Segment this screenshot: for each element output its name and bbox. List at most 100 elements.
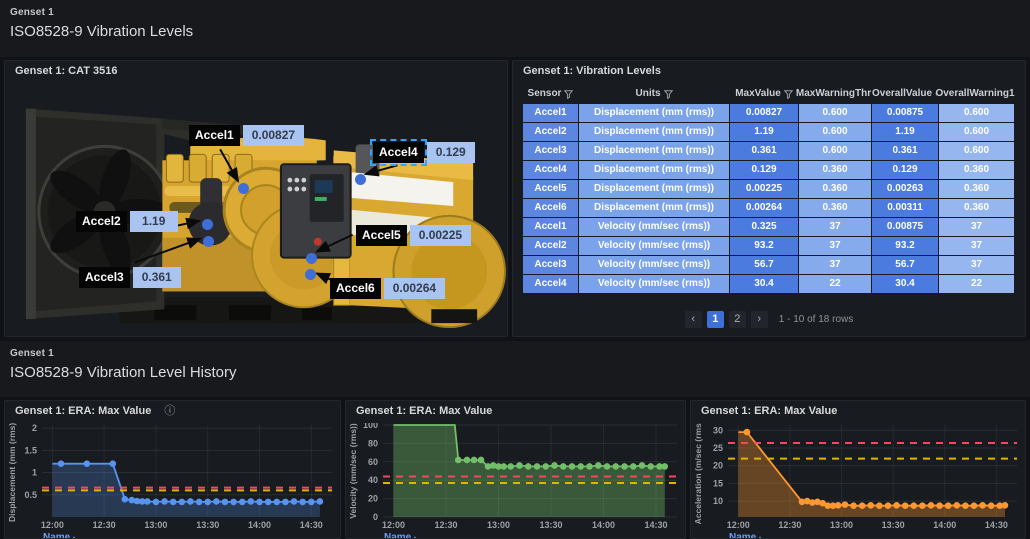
- velocity-chart-plot[interactable]: 0 20 40 60 80 100 12:00 12:30 13:00 13:30 14:00 14:…: [347, 423, 684, 531]
- sensor-value: 0.00264: [383, 278, 446, 299]
- column-header-label: Sensor: [527, 88, 562, 99]
- svg-text:14:00: 14:00: [592, 520, 615, 530]
- table-row: Accel4 Velocity (mm/sec (rms)) 30.4 22 30.4 2…: [523, 275, 1014, 293]
- table-cell: 30.4: [872, 275, 938, 293]
- table-cell: 0.00311: [872, 199, 938, 217]
- sensor-dot-accel1[interactable]: [237, 182, 249, 194]
- table-cell: Accel1: [523, 218, 578, 236]
- table-cell: 93.2: [730, 237, 798, 255]
- svg-text:0: 0: [373, 512, 378, 522]
- table-cell: 93.2: [872, 237, 938, 255]
- table-row: Accel5 Displacement (mm (rms)) 0.00225 0.36…: [523, 180, 1014, 198]
- velocity-chart-panel: Genset 1: ERA: Max Value 0 20 40 60 80 100 12:…: [345, 400, 686, 539]
- table-cell: 37: [939, 256, 1014, 274]
- table-cell: 56.7: [730, 256, 798, 274]
- table-cell: 1.19: [730, 123, 798, 141]
- legend-label: Name: [43, 532, 71, 539]
- table-cell: 0.600: [799, 142, 871, 160]
- legend-label: Name: [729, 532, 757, 539]
- table-cell: 0.360: [939, 180, 1014, 198]
- table-cell: Displacement (mm (rms)): [579, 199, 729, 217]
- panel-title-genset[interactable]: Genset 1: CAT 3516: [5, 61, 507, 81]
- sensor-marker-accel2[interactable]: Accel2 1.19: [76, 211, 178, 232]
- panel-title-velocity-chart[interactable]: Genset 1: ERA: Max Value: [346, 401, 685, 421]
- sensor-label: Accel1: [189, 125, 240, 146]
- legend-name-header[interactable]: Name ▴: [384, 532, 417, 538]
- pagination-next-button[interactable]: ›: [750, 311, 768, 328]
- svg-text:10: 10: [713, 496, 723, 506]
- column-header-sensor[interactable]: Sensor: [523, 87, 578, 101]
- sensor-dot-accel2[interactable]: [201, 218, 213, 230]
- sensor-value: 0.00225: [409, 225, 472, 246]
- svg-text:13:00: 13:00: [487, 520, 510, 530]
- panel-title-displacement-chart[interactable]: Genset 1: ERA: Max Value ⓘ: [5, 401, 340, 421]
- svg-text:12:30: 12:30: [778, 520, 801, 530]
- info-icon[interactable]: ⓘ: [164, 405, 175, 417]
- table-cell: Accel1: [523, 104, 578, 122]
- column-header-overallwarning1[interactable]: OverallWarning1: [935, 87, 1014, 101]
- table-cell: 0.325: [730, 218, 798, 236]
- column-header-maxvalue[interactable]: MaxValue: [730, 87, 798, 101]
- column-header-label: OverallWarning1: [935, 88, 1015, 99]
- svg-text:1: 1: [32, 468, 37, 478]
- table-cell: 0.600: [939, 123, 1014, 141]
- column-header-units[interactable]: Units: [579, 87, 729, 101]
- table-row: Accel6 Displacement (mm (rms)) 0.00264 0.36…: [523, 199, 1014, 217]
- svg-text:0.5: 0.5: [24, 490, 37, 500]
- pagination-page-1[interactable]: 1: [706, 311, 724, 328]
- column-header-label: Units: [635, 88, 661, 99]
- svg-text:14:00: 14:00: [248, 520, 271, 530]
- sort-caret-icon: ▴: [72, 535, 76, 539]
- pagination-page-2[interactable]: 2: [728, 311, 746, 328]
- sensor-dot-accel6[interactable]: [304, 268, 316, 280]
- sensor-marker-accel1[interactable]: Accel1 0.00827: [189, 125, 305, 146]
- sensor-dot-accel4[interactable]: [354, 173, 366, 185]
- sensor-label: Accel5: [356, 225, 407, 246]
- column-header-overallvalue[interactable]: OverallValue: [872, 87, 938, 101]
- funnel-icon[interactable]: [783, 89, 793, 99]
- funnel-icon[interactable]: [663, 89, 673, 99]
- displacement-chart-plot[interactable]: 0.5 1 1.5 2 12:00 12:30 13:00 13:30 14:00 14:30 Di…: [6, 423, 339, 531]
- sensor-value: 0.00827: [242, 125, 305, 146]
- table-cell: Displacement (mm (rms)): [579, 142, 729, 160]
- table-cell: 37: [939, 218, 1014, 236]
- chart-title: Genset 1: ERA: Max Value: [701, 405, 838, 417]
- table-cell: 0.00264: [730, 199, 798, 217]
- row-header-vibration-levels: Genset 1 ISO8528-9 Vibration Levels: [0, 0, 1030, 57]
- funnel-icon[interactable]: [564, 89, 574, 99]
- svg-text:12:00: 12:00: [727, 520, 750, 530]
- legend-name-header[interactable]: Name ▴: [729, 532, 762, 539]
- column-header-label: MaxWarningThr: [795, 88, 872, 99]
- table-cell: Displacement (mm (rms)): [579, 123, 729, 141]
- genset-illustration: Accel1 0.00827 Accel2 1.19 Accel3 0.361 Accel4…: [5, 61, 507, 336]
- legend-name-header[interactable]: Name ▴: [43, 532, 76, 539]
- svg-text:20: 20: [713, 461, 723, 471]
- table-cell: 0.360: [939, 161, 1014, 179]
- column-header-maxwarningthr[interactable]: MaxWarningThr: [795, 87, 872, 101]
- table-cell: 22: [939, 275, 1014, 293]
- acceleration-chart-panel: Genset 1: ERA: Max Value 10 15 20 25 30 12:00…: [690, 400, 1026, 539]
- sensor-dot-accel2[interactable]: [202, 235, 214, 247]
- table-cell: 0.129: [872, 161, 938, 179]
- panel-title-table[interactable]: Genset 1: Vibration Levels: [513, 61, 1025, 81]
- sensor-marker-accel4[interactable]: Accel4 0.129: [370, 139, 475, 166]
- table-cell: 0.600: [939, 104, 1014, 122]
- table-cell: Displacement (mm (rms)): [579, 180, 729, 198]
- svg-text:14:30: 14:30: [644, 520, 667, 530]
- sensor-dot-accel5[interactable]: [305, 252, 317, 264]
- chart-title: Genset 1: ERA: Max Value: [356, 405, 493, 417]
- table-cell: 0.360: [799, 161, 871, 179]
- table-cell: Velocity (mm/sec (rms)): [579, 218, 729, 236]
- sensor-marker-accel3[interactable]: Accel3 0.361: [79, 267, 181, 288]
- table-cell: 0.360: [939, 199, 1014, 217]
- table-cell: Accel3: [523, 142, 578, 160]
- sensor-marker-accel5[interactable]: Accel5 0.00225: [356, 225, 472, 246]
- table-cell: 0.360: [799, 199, 871, 217]
- table-cell: 0.600: [939, 142, 1014, 160]
- sensor-marker-accel6[interactable]: Accel6 0.00264: [330, 278, 446, 299]
- svg-text:100: 100: [363, 423, 378, 430]
- acceleration-chart-plot[interactable]: 10 15 20 25 30 12:00 12:30 13:00 13:30 14:00 14:30…: [692, 423, 1024, 531]
- pagination-prev-button[interactable]: ‹: [684, 311, 702, 328]
- panel-title-acceleration-chart[interactable]: Genset 1: ERA: Max Value: [691, 401, 1025, 421]
- table-row: Accel4 Displacement (mm (rms)) 0.129 0.360 0…: [523, 161, 1014, 179]
